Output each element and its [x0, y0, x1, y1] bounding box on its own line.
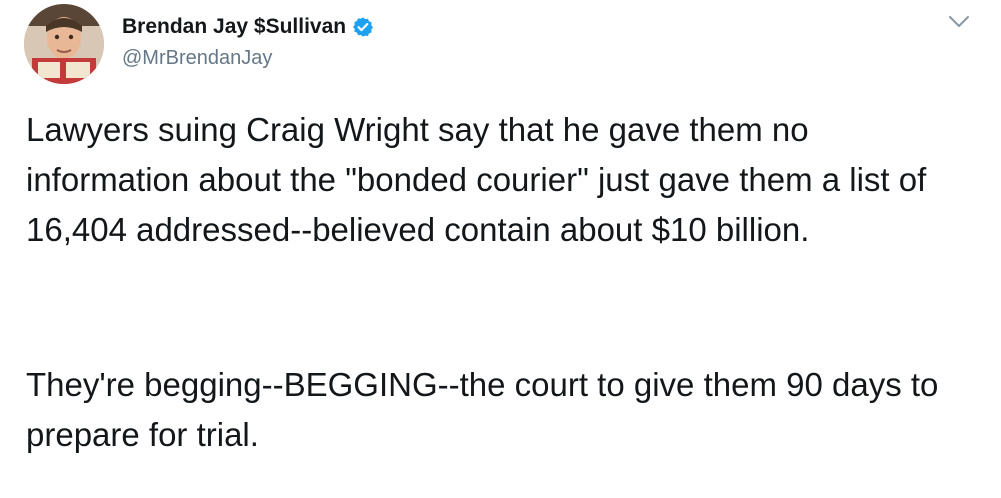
author-row: Brendan Jay $Sullivan	[122, 12, 374, 42]
avatar[interactable]	[24, 4, 104, 84]
avatar-image	[24, 4, 104, 84]
author-name[interactable]: Brendan Jay $Sullivan	[122, 15, 346, 39]
verified-badge-icon	[352, 16, 374, 38]
tweet-text-paragraph-1: Lawyers suing Craig Wright say that he g…	[26, 111, 936, 248]
author-handle[interactable]: @MrBrendanJay	[122, 47, 272, 70]
chevron-down-icon[interactable]	[944, 8, 974, 34]
tweet-card: Brendan Jay $Sullivan @MrBrendanJay Lawy…	[0, 0, 1001, 498]
tweet-text-paragraph-2: They're begging--BEGGING--the court to g…	[26, 366, 939, 453]
